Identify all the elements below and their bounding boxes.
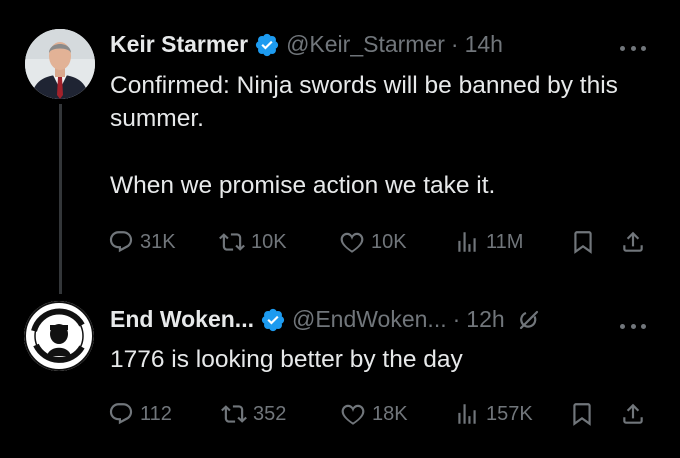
author-handle[interactable]: @EndWoken... xyxy=(292,306,447,333)
reply-button[interactable]: 31K xyxy=(108,229,176,255)
reply-count: 31K xyxy=(140,230,176,253)
tweet-reply[interactable]: End Woken... @EndWoken... · 12h 1776 is … xyxy=(0,290,680,458)
tweet-paragraph: Confirmed: Ninja swords will be banned b… xyxy=(110,72,618,132)
bookmark-button[interactable] xyxy=(569,401,595,427)
heart-icon xyxy=(340,232,364,253)
analytics-icon xyxy=(458,404,476,424)
view-count: 11M xyxy=(486,230,524,253)
tweet-text: 1776 is looking better by the day xyxy=(110,343,650,376)
views-button[interactable]: 157K xyxy=(454,401,533,427)
thread-line xyxy=(59,104,62,294)
avatar-portrait xyxy=(25,29,95,99)
avatar[interactable] xyxy=(24,301,94,371)
like-button[interactable]: 18K xyxy=(340,401,408,427)
tweet-text: Confirmed: Ninja swords will be banned b… xyxy=(110,69,650,202)
timestamp[interactable]: 12h xyxy=(466,306,504,333)
like-count: 18K xyxy=(372,402,408,425)
tweet[interactable]: Keir Starmer @Keir_Starmer · 14h Confirm… xyxy=(0,0,680,294)
reply-count: 112 xyxy=(140,402,172,425)
separator-dot: · xyxy=(452,306,461,332)
more-options-icon[interactable] xyxy=(620,322,646,330)
author-handle[interactable]: @Keir_Starmer xyxy=(286,31,445,58)
reply-button[interactable]: 112 xyxy=(108,401,172,427)
repost-icon xyxy=(219,233,245,251)
bookmark-button[interactable] xyxy=(570,229,596,255)
share-button[interactable] xyxy=(620,401,646,427)
analytics-icon xyxy=(458,232,476,252)
views-button[interactable]: 11M xyxy=(454,229,523,255)
repost-button[interactable]: 10K xyxy=(219,229,287,255)
tweet-header: Keir Starmer @Keir_Starmer · 14h xyxy=(110,31,503,58)
tweet-paragraph: When we promise action we take it. xyxy=(110,172,496,199)
avatar[interactable] xyxy=(25,29,95,99)
bookmark-icon xyxy=(573,403,591,426)
repost-count: 10K xyxy=(251,230,287,253)
heart-icon xyxy=(341,404,365,425)
separator-dot: · xyxy=(450,31,459,57)
avatar-badge-logo xyxy=(24,301,94,371)
reply-icon xyxy=(109,231,133,253)
share-icon xyxy=(623,231,643,252)
timestamp[interactable]: 14h xyxy=(465,31,503,58)
tweet-header: End Woken... @EndWoken... · 12h xyxy=(110,306,541,333)
repost-button[interactable]: 352 xyxy=(221,401,286,427)
more-options-icon[interactable] xyxy=(620,44,646,52)
action-bar: 31K 10K 10K 11M xyxy=(108,229,653,259)
author-name[interactable]: Keir Starmer xyxy=(110,31,248,58)
author-name[interactable]: End Woken... xyxy=(110,306,254,333)
bookmark-icon xyxy=(574,231,592,254)
share-icon xyxy=(623,403,643,424)
like-count: 10K xyxy=(371,230,407,253)
like-button[interactable]: 10K xyxy=(339,229,407,255)
grok-icon[interactable] xyxy=(517,308,541,332)
verified-badge-icon[interactable] xyxy=(260,307,286,333)
repost-count: 352 xyxy=(253,402,287,425)
tweet-paragraph: 1776 is looking better by the day xyxy=(110,346,463,373)
verified-badge-icon[interactable] xyxy=(254,32,280,58)
reply-icon xyxy=(109,403,133,425)
repost-icon xyxy=(221,405,247,423)
view-count: 157K xyxy=(486,402,533,425)
share-button[interactable] xyxy=(620,229,646,255)
action-bar: 112 352 18K 157K xyxy=(108,401,653,431)
